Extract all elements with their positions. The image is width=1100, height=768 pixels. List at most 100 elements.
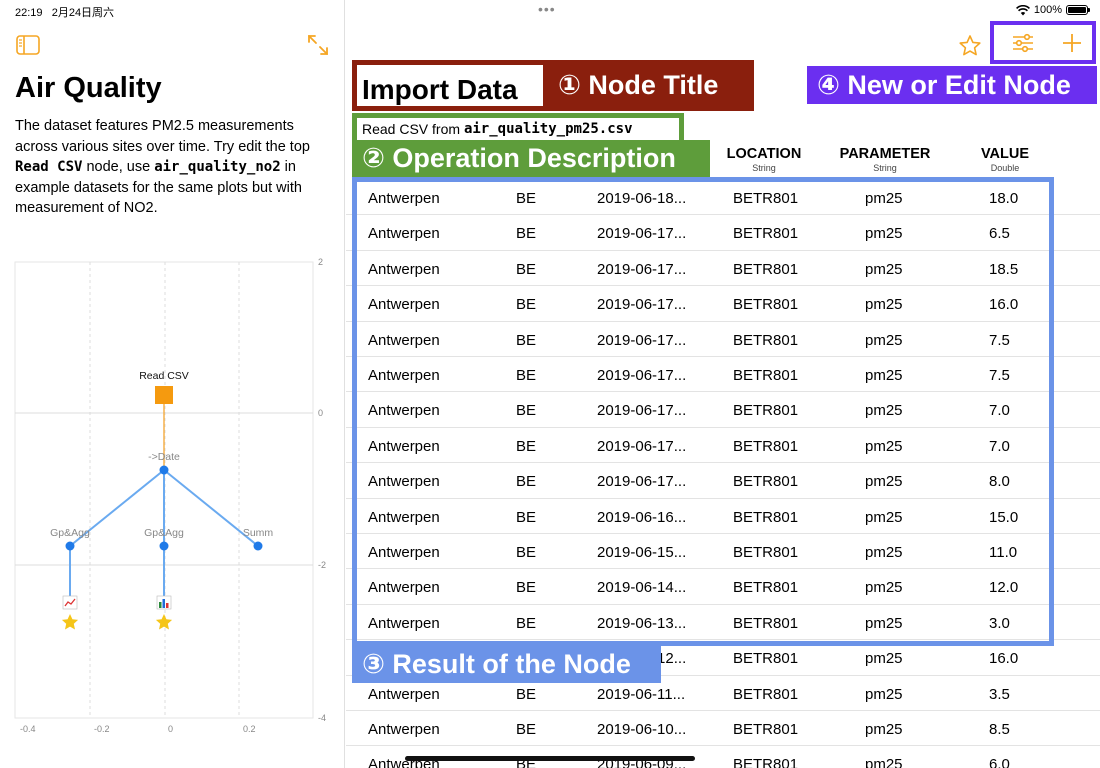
cell-value: 7.5 — [989, 367, 1010, 384]
annotation-operation-description: ② Operation Description — [352, 140, 710, 177]
cell-date: 2019-06-14... — [597, 579, 687, 597]
column-type: String — [873, 163, 897, 173]
node-label-to-date: ->Date — [148, 451, 180, 463]
line-chart-icon[interactable] — [62, 595, 78, 610]
column-name: PARAMETER — [839, 146, 931, 162]
node-summ[interactable] — [253, 541, 263, 551]
cell-city: Antwerpen — [368, 296, 440, 314]
cell-parameter: pm25 — [865, 402, 903, 420]
cell-parameter: pm25 — [865, 544, 903, 561]
cell-location: BETR801 — [733, 756, 799, 768]
cell-parameter: pm25 — [865, 296, 903, 314]
node-label-summ: Summ — [243, 527, 274, 539]
node-title[interactable]: Import Data — [362, 74, 518, 106]
column-name: LOCATION — [726, 146, 802, 162]
table-row[interactable]: Antwerpen BE 2019-06-17... BETR801 pm25 7.5 — [346, 357, 1100, 393]
dataset-description: The dataset features PM2.5 measurements … — [15, 116, 333, 219]
cell-value: 6.5 — [989, 225, 1010, 243]
table-row[interactable]: Antwerpen BE 2019-06-17... BETR801 pm25 8.0 — [346, 463, 1100, 499]
operation-description[interactable]: Read CSV from air_quality_pm25.csv — [352, 113, 684, 140]
star-icon[interactable] — [61, 614, 79, 630]
cell-date: 2019-06-17... — [597, 331, 687, 349]
cell-city: Antwerpen — [368, 437, 440, 455]
cell-value: 7.0 — [989, 437, 1010, 455]
cell-date: 2019-06-13... — [597, 614, 687, 632]
cell-location: BETR801 — [733, 508, 799, 526]
cell-value: 15.0 — [989, 508, 1019, 526]
cell-parameter: pm25 — [865, 367, 903, 384]
table-row[interactable]: Antwerpen BE 2019-06-17... BETR801 pm25 6.5 — [346, 215, 1100, 251]
cell-parameter: pm25 — [865, 331, 903, 349]
table-row[interactable]: Antwerpen BE 2019-06-18... BETR801 pm25 18.0 — [346, 180, 1100, 216]
cell-parameter: pm25 — [865, 721, 903, 738]
node-to-date[interactable] — [159, 465, 169, 475]
annotation-new-edit-node: ④ New or Edit Node — [807, 66, 1097, 104]
node-label-gp-agg-1: Gp&Agg — [50, 527, 90, 539]
table-row[interactable]: Antwerpen BE 2019-06-17... BETR801 pm25 7.5 — [346, 322, 1100, 357]
cell-city: Antwerpen — [368, 190, 440, 207]
cell-location: BETR801 — [733, 721, 799, 738]
column-header-parameter[interactable]: PARAMETER String — [833, 146, 937, 173]
column-type: Double — [990, 163, 1020, 173]
cell-country: BE — [516, 544, 537, 561]
star-outline-icon[interactable] — [958, 34, 982, 58]
cell-location: BETR801 — [733, 614, 799, 632]
cell-value: 16.0 — [989, 650, 1019, 668]
cell-parameter: pm25 — [865, 614, 903, 632]
cell-city: Antwerpen — [368, 225, 440, 243]
node-gp-agg-1[interactable] — [65, 541, 75, 551]
bar-chart-icon[interactable] — [156, 595, 172, 610]
cell-city: Antwerpen — [368, 402, 440, 420]
cell-value: 18.5 — [989, 260, 1019, 278]
cell-location: BETR801 — [733, 225, 799, 243]
y-tick-label: -2 — [318, 560, 326, 570]
cell-location: BETR801 — [733, 579, 799, 597]
node-gp-agg-2[interactable] — [159, 541, 169, 551]
y-tick-label: 2 — [318, 257, 323, 267]
expand-arrows-icon[interactable] — [307, 34, 329, 56]
cell-country: BE — [516, 331, 537, 349]
cell-location: BETR801 — [733, 685, 799, 703]
annotation-node-title: ① Node Title — [548, 60, 754, 111]
cell-value: 6.0 — [989, 756, 1010, 768]
table-row[interactable]: Antwerpen BE 2019-06-15... BETR801 pm25 11.0 — [346, 534, 1100, 570]
cell-city: Antwerpen — [368, 260, 440, 278]
cell-city: Antwerpen — [368, 367, 440, 384]
cell-location: BETR801 — [733, 473, 799, 491]
cell-country: BE — [516, 402, 537, 420]
cell-value: 3.0 — [989, 614, 1010, 632]
table-row[interactable]: Antwerpen BE 2019-06-13... BETR801 pm25 3.0 — [346, 605, 1100, 641]
cell-city: Antwerpen — [368, 721, 440, 738]
node-read-csv[interactable] — [155, 386, 173, 404]
sliders-icon[interactable] — [1012, 33, 1034, 53]
cell-date: 2019-06-17... — [597, 402, 687, 420]
cell-country: BE — [516, 579, 537, 597]
table-row[interactable]: Antwerpen BE 2019-06-14... BETR801 pm25 12.0 — [346, 569, 1100, 605]
column-header-location[interactable]: LOCATION String — [718, 146, 810, 173]
node-label-read-csv: Read CSV — [139, 370, 189, 382]
cell-city: Antwerpen — [368, 544, 440, 561]
description-code-dataset: air_quality_no2 — [154, 159, 281, 175]
cell-city: Antwerpen — [368, 579, 440, 597]
table-row[interactable]: Antwerpen BE 2019-06-16... BETR801 pm25 15.0 — [346, 499, 1100, 534]
cell-value: 8.0 — [989, 473, 1010, 491]
table-row[interactable]: Antwerpen BE 2019-06-17... BETR801 pm25 7.0 — [346, 392, 1100, 428]
star-icon[interactable] — [155, 614, 173, 630]
cell-location: BETR801 — [733, 190, 799, 207]
x-tick-label: -0.4 — [20, 724, 36, 734]
table-row[interactable]: Antwerpen BE 2019-06-10... BETR801 pm25 8.5 — [346, 711, 1100, 747]
cell-city: Antwerpen — [368, 508, 440, 526]
plus-icon[interactable] — [1062, 33, 1082, 53]
annotation-result: ③ Result of the Node — [352, 645, 661, 683]
cell-country: BE — [516, 508, 537, 526]
home-indicator[interactable] — [405, 756, 695, 761]
table-row[interactable]: Antwerpen BE 2019-06-17... BETR801 pm25 7.0 — [346, 428, 1100, 464]
table-row[interactable]: Antwerpen BE 2019-06-17... BETR801 pm25 16.0 — [346, 286, 1100, 322]
cell-value: 11.0 — [989, 544, 1018, 561]
table-row[interactable]: Antwerpen BE 2019-06-17... BETR801 pm25 18.5 — [346, 251, 1100, 287]
node-graph[interactable]: 2 0 -2 -4 -0.4 -0.2 0 0.2 Read CSV ->Dat… — [0, 255, 345, 740]
sidebar-icon[interactable] — [16, 35, 40, 55]
column-header-value[interactable]: VALUE Double — [970, 146, 1040, 173]
new-edit-node-controls — [990, 21, 1096, 64]
operation-prefix: Read CSV from — [362, 121, 461, 137]
